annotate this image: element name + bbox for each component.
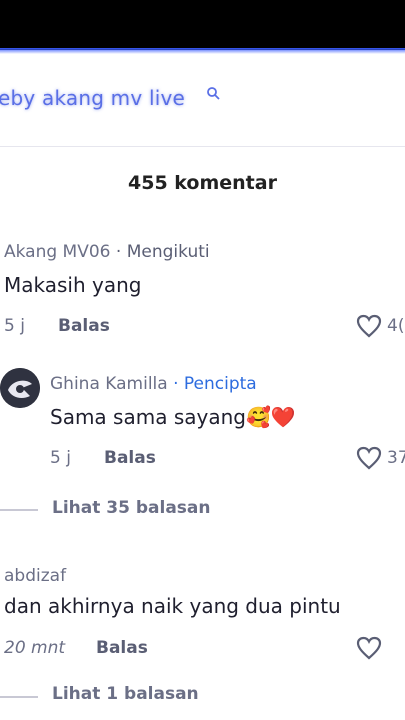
view-replies-button[interactable]: Lihat 1 balasan [52, 684, 199, 704]
reply-button[interactable]: Balas [58, 316, 110, 336]
header-divider [0, 146, 405, 147]
creator-tag: · Pencipta [167, 374, 257, 394]
reply-username[interactable]: Ghina Kamilla · Pencipta [50, 374, 257, 394]
comments-count-title: 455 komentar [128, 172, 277, 194]
like-count: 4( [387, 316, 405, 336]
comment-username[interactable]: Akang MV06 · Mengikuti [4, 242, 210, 262]
heart-icon[interactable] [356, 636, 382, 660]
reply-button[interactable]: Balas [104, 448, 156, 468]
reply-username-text[interactable]: Ghina Kamilla [50, 374, 168, 394]
avatar[interactable] [0, 368, 40, 408]
search-bar[interactable]: eby akang mv live [0, 82, 405, 122]
avatar-icon [0, 368, 40, 408]
view-replies-line [0, 696, 38, 698]
reply-button[interactable]: Balas [96, 638, 148, 658]
search-query[interactable]: eby akang mv live [0, 86, 185, 110]
comment-text: dan akhirnya naik yang dua pintu [4, 594, 341, 618]
follow-status: · Mengikuti [110, 242, 210, 262]
search-icon[interactable] [206, 86, 220, 100]
status-bar-glow [0, 48, 405, 54]
comment-time: 5 j [4, 316, 25, 336]
heart-icon[interactable] [356, 314, 382, 338]
heart-icon[interactable] [356, 446, 382, 470]
comment-time: 20 mnt [4, 638, 66, 658]
reply-text: Sama sama sayang🥰❤️ [50, 405, 296, 429]
comment-username-text[interactable]: Akang MV06 [4, 242, 111, 262]
comment-username[interactable]: abdizaf [4, 566, 66, 586]
view-replies-line [0, 509, 38, 511]
reply-time: 5 j [50, 448, 71, 468]
like-count: 37 [387, 448, 405, 468]
status-bar [0, 0, 405, 50]
view-replies-button[interactable]: Lihat 35 balasan [52, 498, 211, 518]
comment-text: Makasih yang [4, 273, 142, 297]
